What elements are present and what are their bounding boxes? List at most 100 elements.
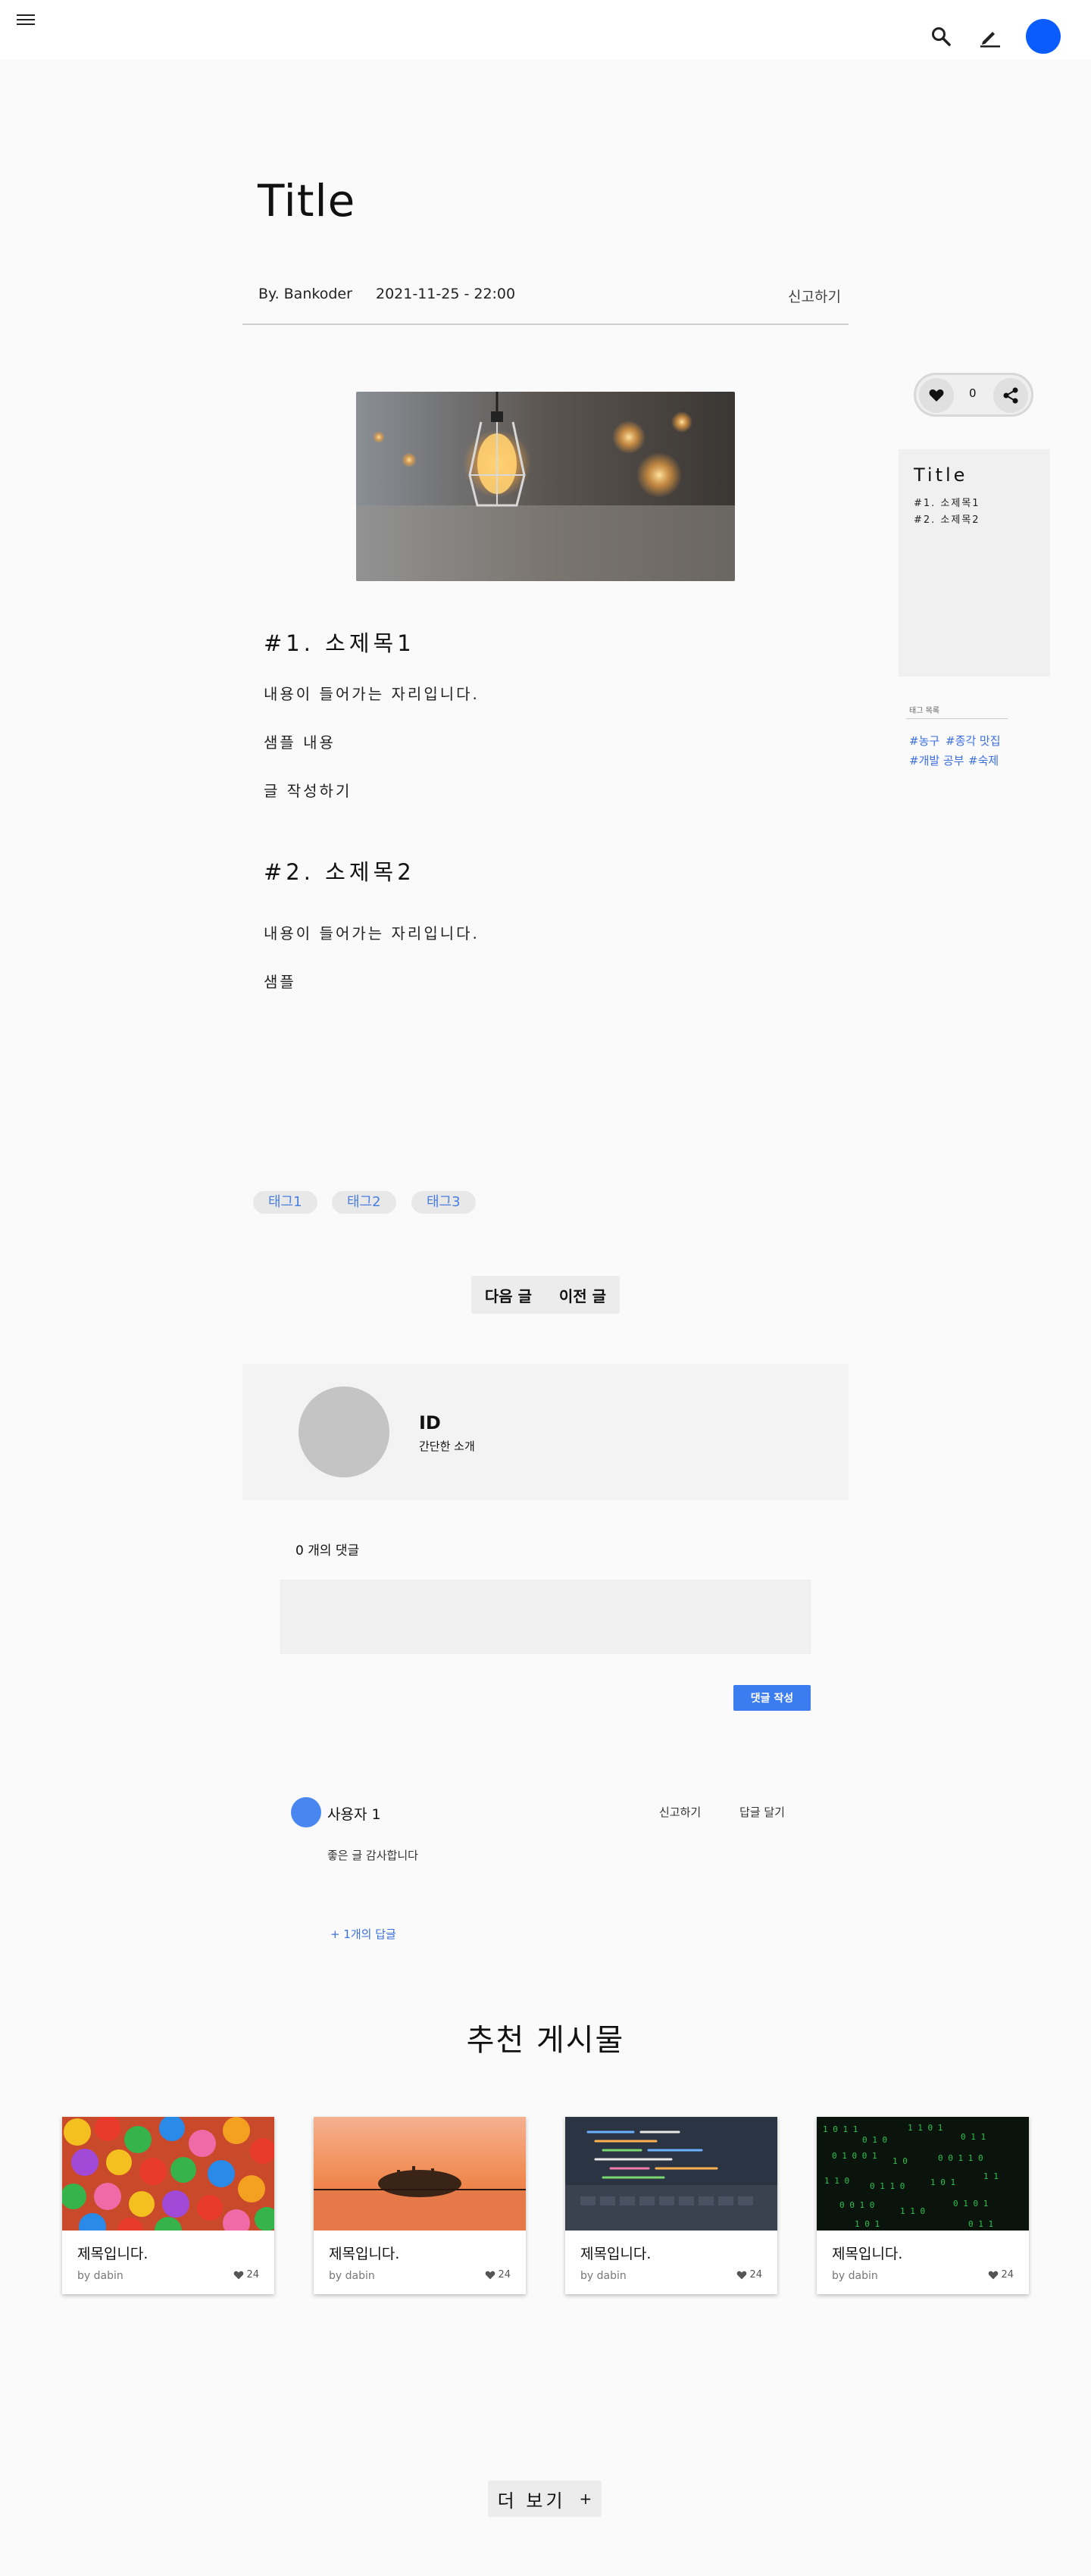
- heart-icon: [989, 2271, 999, 2279]
- section-paragraph: 글 작성하기: [264, 782, 352, 800]
- write-icon[interactable]: [974, 21, 1005, 52]
- card-likes: 24: [988, 2269, 1014, 2281]
- load-more-label: 더 보기: [497, 2490, 566, 2512]
- menu-icon[interactable]: [11, 5, 41, 35]
- card-author: by dabin: [580, 2270, 627, 2282]
- report-post-link[interactable]: 신고하기: [788, 286, 841, 306]
- section-paragraph: 내용이 들어가는 자리입니다.: [264, 685, 480, 703]
- card-title: 제목입니다.: [77, 2246, 148, 2262]
- post-tag[interactable]: 태그1: [253, 1191, 317, 1214]
- svg-text:0 0 1 0: 0 0 1 0: [839, 2200, 874, 2210]
- post-author: By. Bankoder: [258, 286, 352, 302]
- svg-text:1 0 1: 1 0 1: [855, 2219, 880, 2229]
- heart-icon: [234, 2271, 244, 2279]
- like-count: 0: [969, 386, 977, 400]
- plus-icon: +: [579, 2490, 592, 2508]
- toc-title: Title: [914, 464, 968, 486]
- view-replies-link[interactable]: + 1개의 답글: [330, 1926, 396, 1942]
- like-share-bar: 0: [914, 373, 1033, 417]
- heart-icon: [929, 389, 944, 402]
- top-bar: [0, 0, 1091, 59]
- card-likes: 24: [485, 2269, 511, 2281]
- card-thumbnail: 1 0 1 1 0 1 0 1 1 0 1 0 1 1 0 1 0 0 1 1 0 0 0…: [817, 2117, 1029, 2231]
- commenter-name: 사용자 1: [327, 1806, 381, 1823]
- card-like-count: 24: [246, 2269, 259, 2281]
- card-author: by dabin: [77, 2270, 123, 2282]
- side-tag[interactable]: #농구: [909, 733, 939, 749]
- comment-text: 좋은 글 감사합니다: [327, 1849, 418, 1862]
- table-of-contents: Title #1. 소제목1 #2. 소제목2: [899, 449, 1050, 677]
- load-more-button[interactable]: 더 보기 +: [488, 2481, 602, 2517]
- commenter-avatar: [291, 1797, 321, 1827]
- section-heading: #1. 소제목1: [264, 630, 415, 656]
- recommended-card[interactable]: 1 0 1 1 0 1 0 1 1 0 1 0 1 1 0 1 0 0 1 1 0 0 0…: [817, 2117, 1029, 2294]
- card-title: 제목입니다.: [329, 2246, 400, 2262]
- card-like-count: 24: [749, 2269, 762, 2281]
- report-comment-link[interactable]: 신고하기: [659, 1804, 701, 1820]
- svg-text:1 0 1 1: 1 0 1 1: [823, 2124, 858, 2134]
- card-likes: 24: [736, 2269, 762, 2281]
- recommended-card[interactable]: 제목입니다. by dabin 24: [314, 2117, 526, 2294]
- svg-text:0 1 0 1: 0 1 0 1: [953, 2199, 988, 2209]
- side-tag[interactable]: #종각 맛집: [946, 733, 1001, 749]
- svg-text:1 1 0: 1 1 0: [824, 2176, 849, 2186]
- search-icon[interactable]: [926, 21, 956, 52]
- side-tag[interactable]: #개발 공부: [909, 752, 964, 768]
- post-title: Title: [258, 175, 356, 227]
- heart-icon: [737, 2271, 747, 2279]
- section-heading: #2. 소제목2: [264, 859, 415, 885]
- author-avatar: [299, 1386, 389, 1477]
- recommended-card[interactable]: 제목입니다. by dabin 24: [565, 2117, 777, 2294]
- card-title: 제목입니다.: [832, 2246, 903, 2262]
- card-thumbnail: [314, 2117, 526, 2231]
- heart-icon: [486, 2271, 495, 2279]
- author-card: ID 간단한 소개: [242, 1364, 849, 1500]
- post-hero-image: [356, 392, 735, 581]
- svg-text:0 1 0 0 1: 0 1 0 0 1: [832, 2151, 877, 2161]
- card-likes: 24: [233, 2269, 259, 2281]
- section-paragraph: 내용이 들어가는 자리입니다.: [264, 924, 480, 943]
- svg-text:0 1 1 0: 0 1 1 0: [870, 2181, 905, 2191]
- author-id: ID: [419, 1412, 441, 1433]
- card-thumbnail: [565, 2117, 777, 2231]
- reply-comment-link[interactable]: 답글 달기: [739, 1804, 785, 1820]
- submit-comment-button[interactable]: 댓글 작성: [733, 1685, 811, 1711]
- side-tag[interactable]: #숙제: [968, 752, 999, 768]
- card-title: 제목입니다.: [580, 2246, 652, 2262]
- section-paragraph: 샘플: [264, 973, 296, 991]
- title-divider: [242, 324, 849, 325]
- svg-text:0 1 0: 0 1 0: [862, 2135, 887, 2145]
- prev-post-button[interactable]: 이전 글: [559, 1284, 606, 1306]
- svg-text:1 1: 1 1: [983, 2171, 999, 2181]
- svg-text:1 0: 1 0: [892, 2156, 908, 2166]
- recommended-heading: 추천 게시물: [466, 2023, 625, 2058]
- post-navigation: 다음 글 이전 글: [471, 1276, 620, 1314]
- toc-item[interactable]: #2. 소제목2: [914, 511, 980, 526]
- post-datetime: 2021-11-25 - 22:00: [376, 286, 516, 302]
- section-paragraph: 샘플 내용: [264, 733, 336, 752]
- share-button[interactable]: [993, 378, 1028, 413]
- svg-text:0 0 1 1 0: 0 0 1 1 0: [938, 2153, 983, 2163]
- svg-text:1 1 0: 1 1 0: [900, 2206, 925, 2216]
- author-bio: 간단한 소개: [419, 1440, 475, 1453]
- card-like-count: 24: [1001, 2269, 1014, 2281]
- card-author: by dabin: [329, 2270, 375, 2282]
- svg-text:1 0 1: 1 0 1: [930, 2177, 955, 2187]
- tag-list-heading: 태그 목록: [906, 704, 1008, 719]
- svg-text:0 1 1: 0 1 1: [961, 2132, 986, 2142]
- comment-input[interactable]: [280, 1580, 811, 1654]
- recommended-card[interactable]: 제목입니다. by dabin 24: [62, 2117, 274, 2294]
- post-tag[interactable]: 태그2: [332, 1191, 396, 1214]
- toc-item[interactable]: #1. 소제목1: [914, 495, 980, 509]
- post-tag[interactable]: 태그3: [411, 1191, 476, 1214]
- card-like-count: 24: [498, 2269, 511, 2281]
- card-thumbnail: [62, 2117, 274, 2231]
- like-button[interactable]: [919, 378, 954, 413]
- share-icon: [1003, 387, 1018, 404]
- svg-text:0 1 1: 0 1 1: [968, 2219, 993, 2229]
- card-author: by dabin: [832, 2270, 878, 2282]
- comment-count: 0 개의 댓글: [295, 1543, 360, 1558]
- svg-text:1 1 0 1: 1 1 0 1: [908, 2123, 943, 2133]
- profile-avatar[interactable]: [1026, 19, 1061, 54]
- next-post-button[interactable]: 다음 글: [485, 1284, 532, 1306]
